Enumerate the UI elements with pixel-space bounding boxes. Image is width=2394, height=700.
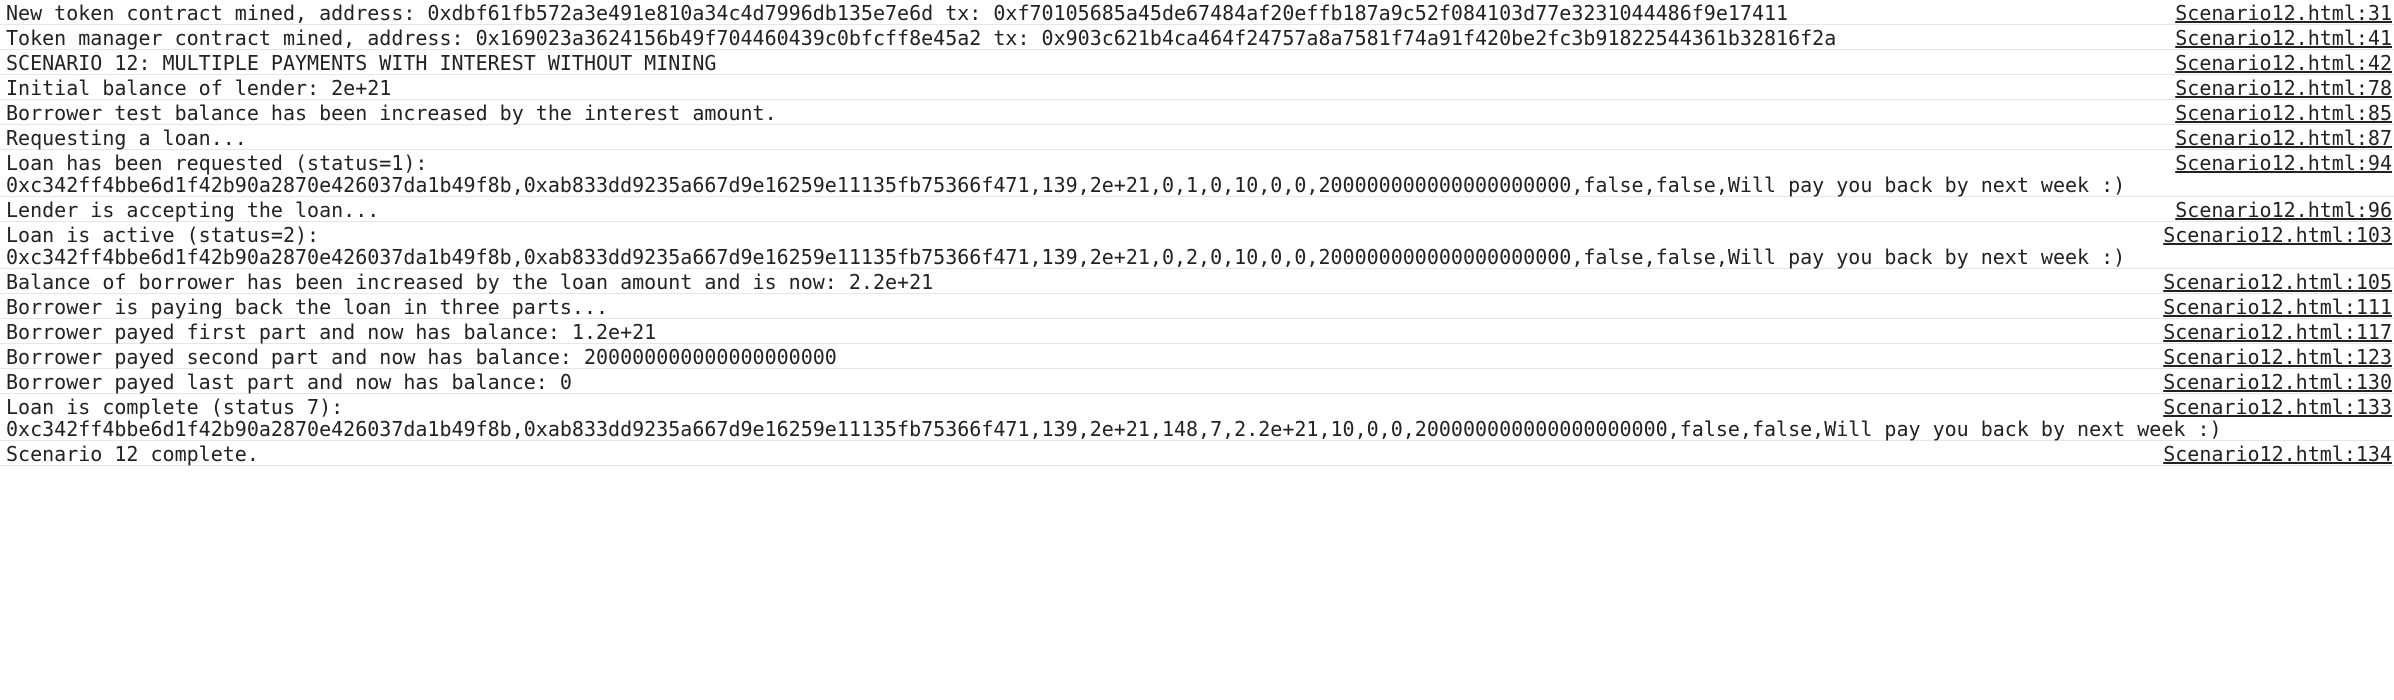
console-entry: Balance of borrower has been increased b… (0, 269, 2394, 294)
console-message: Requesting a loan... (6, 126, 247, 150)
console-message: Borrower payed first part and now has ba… (6, 320, 657, 344)
console-message: Loan is complete (status 7): (6, 395, 344, 419)
console-entry: Borrower test balance has been increased… (0, 100, 2394, 125)
source-link[interactable]: Scenario12.html:85 (2171, 102, 2392, 124)
console-entry: Token manager contract mined, address: 0… (0, 25, 2394, 50)
console-message: Balance of borrower has been increased b… (6, 270, 934, 294)
source-link[interactable]: Scenario12.html:134 (2159, 443, 2392, 465)
console-message: Borrower payed second part and now has b… (6, 345, 837, 369)
console-message: Token manager contract mined, address: 0… (6, 26, 1837, 50)
source-link[interactable]: Scenario12.html:130 (2159, 371, 2392, 393)
console-entry: Borrower payed last part and now has bal… (0, 369, 2394, 394)
console-entry: Loan is active (status=2): 0xc342ff4bbe6… (0, 222, 2394, 269)
console-entry: New token contract mined, address: 0xdbf… (0, 0, 2394, 25)
console-message: Scenario 12 complete. (6, 442, 259, 466)
source-link[interactable]: Scenario12.html:87 (2171, 127, 2392, 149)
console-entry: Borrower payed second part and now has b… (0, 344, 2394, 369)
console-entry: Initial balance of lender: 2e+21 Scenari… (0, 75, 2394, 100)
console-entry: Scenario 12 complete. Scenario12.html:13… (0, 441, 2394, 466)
console-message: Borrower is paying back the loan in thre… (6, 295, 609, 319)
console-message: Initial balance of lender: 2e+21 (6, 76, 392, 100)
console-message: Lender is accepting the loan... (6, 198, 380, 222)
console-entry: Loan has been requested (status=1): 0xc3… (0, 150, 2394, 197)
console-message: SCENARIO 12: MULTIPLE PAYMENTS WITH INTE… (6, 51, 717, 75)
console-message: New token contract mined, address: 0xdbf… (6, 1, 1789, 25)
source-link[interactable]: Scenario12.html:133 (2159, 396, 2392, 418)
source-link[interactable]: Scenario12.html:94 (2171, 152, 2392, 174)
console-entry: Borrower is paying back the loan in thre… (0, 294, 2394, 319)
console-entry: Requesting a loan... Scenario12.html:87 (0, 125, 2394, 150)
source-link[interactable]: Scenario12.html:105 (2159, 271, 2392, 293)
source-link[interactable]: Scenario12.html:117 (2159, 321, 2392, 343)
source-link[interactable]: Scenario12.html:42 (2171, 52, 2392, 74)
source-link[interactable]: Scenario12.html:111 (2159, 296, 2392, 318)
console-message: Borrower test balance has been increased… (6, 101, 777, 125)
console-message: Borrower payed last part and now has bal… (6, 370, 572, 394)
console-message-detail: 0xc342ff4bbe6d1f42b90a2870e426037da1b49f… (6, 173, 2126, 197)
console-entry: SCENARIO 12: MULTIPLE PAYMENTS WITH INTE… (0, 50, 2394, 75)
console-message: Loan is active (status=2): (6, 223, 320, 247)
source-link[interactable]: Scenario12.html:41 (2171, 27, 2392, 49)
console-entry: Lender is accepting the loan... Scenario… (0, 197, 2394, 222)
console-message-detail: 0xc342ff4bbe6d1f42b90a2870e426037da1b49f… (6, 245, 2126, 269)
console-log: New token contract mined, address: 0xdbf… (0, 0, 2394, 700)
console-message: Loan has been requested (status=1): (6, 151, 428, 175)
console-entry: Borrower payed first part and now has ba… (0, 319, 2394, 344)
console-message-detail: 0xc342ff4bbe6d1f42b90a2870e426037da1b49f… (6, 417, 2222, 441)
source-link[interactable]: Scenario12.html:96 (2171, 199, 2392, 221)
source-link[interactable]: Scenario12.html:103 (2159, 224, 2392, 246)
console-entry: Loan is complete (status 7): 0xc342ff4bb… (0, 394, 2394, 441)
source-link[interactable]: Scenario12.html:123 (2159, 346, 2392, 368)
source-link[interactable]: Scenario12.html:31 (2171, 2, 2392, 24)
source-link[interactable]: Scenario12.html:78 (2171, 77, 2392, 99)
